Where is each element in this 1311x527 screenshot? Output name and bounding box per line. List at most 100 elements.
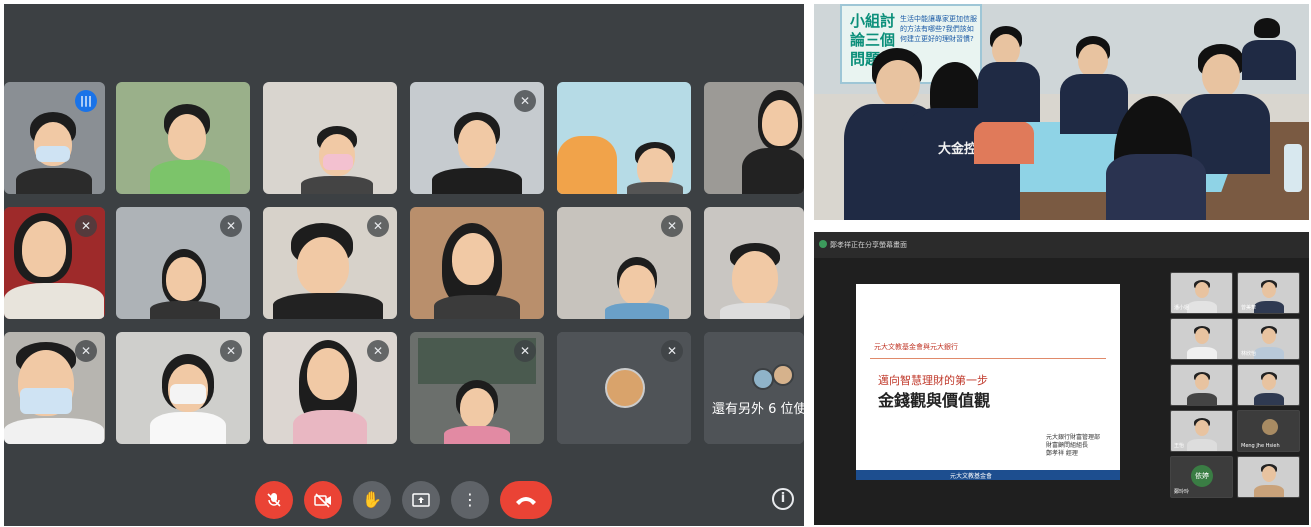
more-options-icon[interactable]: ⋮ bbox=[451, 481, 489, 519]
participant-face bbox=[619, 265, 655, 305]
participant-tile[interactable]: ||| bbox=[4, 82, 105, 194]
participant-face bbox=[1262, 374, 1276, 390]
participant-tile[interactable]: ✕ bbox=[116, 332, 250, 444]
participant-face bbox=[22, 221, 66, 277]
participant-thumbnail[interactable] bbox=[1237, 456, 1300, 498]
participant-tile[interactable]: ✕ bbox=[263, 207, 397, 319]
participant-body bbox=[742, 148, 804, 194]
board-text: 生活中能讓專家更加信服的方法有哪些?我們該如何建立更好的理財習慣? bbox=[900, 15, 977, 43]
cat-avatar bbox=[605, 368, 645, 408]
participant-tile[interactable]: ✕ bbox=[4, 332, 105, 444]
participant-face bbox=[460, 388, 494, 428]
face-mask bbox=[170, 384, 206, 404]
participant-face bbox=[1262, 466, 1276, 482]
participant-tile[interactable] bbox=[263, 82, 397, 194]
participant-body bbox=[1254, 393, 1284, 405]
participant-face bbox=[168, 114, 206, 160]
mic-off-icon: ✕ bbox=[661, 340, 683, 362]
speaking-indicator-icon: ||| bbox=[75, 90, 97, 112]
participant-tile[interactable]: ✕ bbox=[116, 207, 250, 319]
participant-body bbox=[293, 410, 367, 444]
participant-face bbox=[1195, 282, 1209, 298]
participant-tile[interactable]: ✕ bbox=[263, 332, 397, 444]
avatar bbox=[1262, 419, 1278, 435]
person-face bbox=[1202, 54, 1240, 98]
webinar-screen: 鄭孝祥正在分享螢幕畫面 元大文教基金會與元大銀行 邁向智慧理財的第一步 金錢觀與… bbox=[814, 232, 1309, 525]
participant-body bbox=[150, 301, 220, 319]
tile-background bbox=[704, 332, 804, 444]
participant-name: 曾美華 bbox=[1241, 305, 1257, 311]
webinar-title-bar: 鄭孝祥正在分享螢幕畫面 bbox=[814, 232, 1309, 258]
participant-body bbox=[150, 160, 230, 194]
participant-tile[interactable] bbox=[704, 207, 804, 319]
webinar-title: 鄭孝祥正在分享螢幕畫面 bbox=[830, 241, 907, 249]
participant-body bbox=[434, 295, 520, 319]
participant-thumbnail[interactable] bbox=[1170, 364, 1233, 406]
person-vest bbox=[1060, 74, 1128, 134]
participant-tile[interactable]: ✕ bbox=[557, 332, 691, 444]
participant-tile[interactable] bbox=[557, 82, 691, 194]
participant-tile[interactable] bbox=[704, 82, 804, 194]
participant-name: 林欣怡 bbox=[1241, 351, 1257, 357]
participant-tile[interactable]: ✕ bbox=[410, 332, 544, 444]
camera-off-icon[interactable] bbox=[304, 481, 342, 519]
mic-off-icon: ✕ bbox=[220, 340, 242, 362]
participant-face bbox=[307, 348, 349, 400]
participant-face bbox=[1195, 420, 1209, 436]
mic-off-icon: ✕ bbox=[514, 340, 536, 362]
mic-off-icon[interactable] bbox=[255, 481, 293, 519]
person-face bbox=[876, 60, 920, 108]
participant-face bbox=[762, 100, 798, 146]
vest-logo: 大金控 bbox=[938, 142, 978, 157]
participant-tile[interactable]: ✕ bbox=[4, 207, 105, 319]
participant-thumbnail[interactable]: 潘小姐 bbox=[1170, 272, 1233, 314]
person-shirt bbox=[974, 120, 1034, 164]
end-call-icon[interactable] bbox=[500, 481, 552, 519]
participant-face bbox=[166, 257, 202, 301]
participant-face bbox=[452, 233, 494, 285]
face-mask bbox=[20, 388, 72, 414]
participant-face bbox=[732, 251, 778, 305]
raise-hand-icon[interactable]: ✋ bbox=[353, 481, 391, 519]
participant-body bbox=[432, 168, 522, 194]
avatar bbox=[772, 364, 794, 386]
participant-face bbox=[458, 120, 496, 168]
participant-face bbox=[1262, 328, 1276, 344]
presenter-line: 財富顧問組組長 bbox=[1046, 442, 1089, 449]
face-mask bbox=[323, 154, 353, 170]
participant-face bbox=[1195, 328, 1209, 344]
present-screen-icon[interactable] bbox=[402, 481, 440, 519]
participant-face bbox=[1195, 374, 1209, 390]
participant-thumbnail[interactable]: 林欣怡 bbox=[1237, 318, 1300, 360]
participant-body bbox=[1254, 485, 1284, 497]
participant-body bbox=[605, 303, 669, 319]
participant-thumbnail[interactable]: Meng Jhe Hsieh bbox=[1237, 410, 1300, 452]
participant-tile[interactable]: ✕ bbox=[410, 82, 544, 194]
avatar bbox=[752, 368, 774, 390]
classroom-decoration bbox=[557, 136, 617, 194]
participant-thumbnail[interactable]: 王怡 bbox=[1170, 410, 1233, 452]
participant-tile[interactable] bbox=[410, 207, 544, 319]
participant-body bbox=[4, 283, 104, 319]
participant-thumbnail[interactable] bbox=[1170, 318, 1233, 360]
participant-name: 王怡 bbox=[1174, 443, 1185, 449]
participant-body bbox=[720, 303, 790, 319]
avatar: 依婷 bbox=[1191, 465, 1213, 487]
presenter-line: 鄭孝祥 經理 bbox=[1046, 450, 1078, 457]
others-tile[interactable]: 還有另外 6 位使 bbox=[704, 332, 804, 444]
participant-body bbox=[16, 168, 92, 194]
mic-off-icon: ✕ bbox=[220, 215, 242, 237]
participant-thumbnail[interactable] bbox=[1237, 364, 1300, 406]
participant-body bbox=[150, 412, 226, 444]
participant-tile[interactable]: ✕ bbox=[557, 207, 691, 319]
mic-off-icon: ✕ bbox=[367, 215, 389, 237]
participant-tile[interactable] bbox=[116, 82, 250, 194]
slide-footer: 元大文教基金會 bbox=[856, 470, 1120, 480]
slide-subtitle: 邁向智慧理財的第一步 bbox=[878, 374, 988, 387]
info-icon[interactable]: i bbox=[772, 488, 794, 510]
participant-thumbnail[interactable]: 曾美華 bbox=[1237, 272, 1300, 314]
person-hair bbox=[1254, 18, 1280, 38]
face-mask bbox=[36, 146, 70, 162]
participant-thumbnail[interactable]: 依婷 鄭玲玲 bbox=[1170, 456, 1233, 498]
slide-presenter: 元大銀行財富管理部 財富顧問組組長 鄭孝祥 經理 bbox=[1046, 434, 1100, 458]
